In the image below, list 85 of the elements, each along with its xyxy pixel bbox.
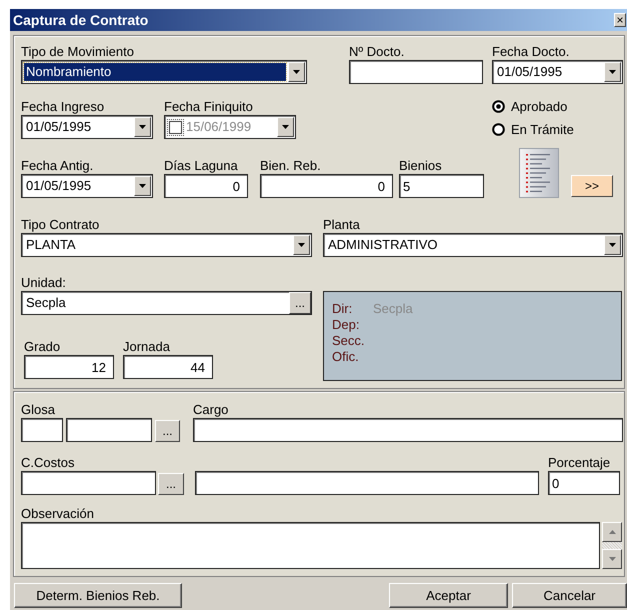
- field-label: Fecha Ingreso: [21, 98, 106, 115]
- caret-icon: [608, 530, 616, 534]
- radio-option[interactable]: Aprobado: [492, 97, 612, 116]
- radio-icon[interactable]: [492, 122, 505, 136]
- field-value: ADMINISTRATIVO: [327, 236, 439, 254]
- caret-icon: [608, 557, 616, 561]
- caret-icon: [298, 243, 305, 247]
- field-value: PLANTA: [25, 236, 77, 254]
- field-value: 01/05/1995: [496, 63, 564, 81]
- field-label: Jornada: [123, 338, 171, 355]
- scroll-up-button[interactable]: [602, 522, 622, 542]
- dropdown-field[interactable]: 01/05/1995: [492, 60, 623, 84]
- field-value: 15/06/1999: [185, 118, 252, 136]
- field-label: Grado: [24, 338, 62, 355]
- dialog-button[interactable]: Cancelar: [512, 583, 627, 608]
- browse-button[interactable]: ...: [158, 473, 184, 495]
- checkbox[interactable]: [169, 120, 182, 134]
- field-value: Nombramiento: [24, 63, 286, 81]
- dialog-button[interactable]: Determ. Bienios Reb.: [14, 583, 182, 608]
- info-label: Secc.: [332, 333, 366, 349]
- input-field[interactable]: 44: [123, 355, 213, 379]
- info-value: Secpla: [373, 301, 413, 317]
- dropdown-button[interactable]: [293, 235, 310, 255]
- field-label: C.Costos: [21, 454, 76, 471]
- field-label: Días Laguna: [164, 157, 239, 174]
- caret-icon: [139, 184, 146, 188]
- report-icon[interactable]: [519, 148, 559, 198]
- field-label: Tipo Contrato: [21, 216, 100, 233]
- field-value: 01/05/1995: [25, 118, 92, 136]
- field-label: Fecha Docto.: [492, 43, 570, 60]
- field-label: Porcentaje: [548, 454, 612, 471]
- input-field[interactable]: 0: [164, 174, 248, 198]
- input-field[interactable]: [195, 471, 539, 495]
- dropdown-button[interactable]: [604, 235, 621, 255]
- info-label: Dep:: [332, 317, 360, 333]
- input-field[interactable]: [193, 418, 623, 442]
- dropdown-field[interactable]: 01/05/1995: [21, 115, 153, 139]
- field-label: Bienios: [399, 157, 443, 174]
- radio-icon[interactable]: [492, 100, 505, 114]
- input-field[interactable]: [21, 471, 156, 495]
- input-field[interactable]: 0: [548, 471, 620, 495]
- info-label: Ofic.: [332, 349, 360, 365]
- field-label: Observación: [21, 505, 95, 522]
- dropdown-button[interactable]: [134, 176, 151, 196]
- caret-icon: [609, 70, 616, 74]
- field-value: Secpla: [25, 294, 67, 312]
- input-field[interactable]: [21, 418, 63, 442]
- field-label: Planta: [323, 216, 361, 233]
- input-field[interactable]: 5: [399, 174, 484, 198]
- field-label: Unidad:: [21, 274, 67, 291]
- input-field[interactable]: 0: [260, 174, 393, 198]
- field-label: Fecha Antig.: [21, 157, 94, 174]
- dropdown-button[interactable]: [288, 62, 305, 82]
- field-label: Cargo: [193, 401, 230, 418]
- radio-option[interactable]: En Trámite: [492, 120, 612, 139]
- browse-button[interactable]: ...: [289, 292, 311, 314]
- next-button[interactable]: >>: [571, 175, 613, 197]
- caret-icon: [139, 125, 146, 129]
- field-label: Bien. Reb.: [260, 157, 322, 174]
- field-value: 01/05/1995: [25, 177, 92, 195]
- dropdown-button[interactable]: [604, 62, 621, 82]
- field-label: Nº Docto.: [349, 43, 406, 60]
- dropdown-button[interactable]: [277, 117, 294, 137]
- dropdown-button[interactable]: [134, 117, 151, 137]
- caret-icon: [609, 243, 616, 247]
- input-field[interactable]: 12: [24, 355, 114, 379]
- dialog-button[interactable]: Aceptar: [389, 583, 508, 608]
- close-button[interactable]: ×: [614, 13, 626, 27]
- unit-field[interactable]: Secpla ...: [21, 291, 312, 315]
- browse-button[interactable]: ...: [155, 420, 180, 442]
- caret-icon: [293, 70, 300, 74]
- input-field[interactable]: [66, 418, 152, 442]
- input-field[interactable]: [349, 60, 483, 84]
- dropdown-field[interactable]: PLANTA: [21, 233, 312, 257]
- dropdown-field[interactable]: 01/05/1995: [21, 174, 153, 198]
- scroll-down-button[interactable]: [602, 549, 622, 569]
- field-label: Glosa: [21, 401, 56, 418]
- info-label: Dir:: [332, 301, 354, 317]
- dropdown-field[interactable]: ADMINISTRATIVO: [323, 233, 623, 257]
- window-title: Captura de Contrato: [13, 10, 148, 30]
- field-label: Fecha Finiquito: [164, 98, 254, 115]
- dropdown-field[interactable]: Nombramiento: [21, 60, 307, 84]
- field-label: Tipo de Movimiento: [21, 43, 135, 60]
- caret-icon: [282, 125, 289, 129]
- text-area[interactable]: [21, 522, 600, 569]
